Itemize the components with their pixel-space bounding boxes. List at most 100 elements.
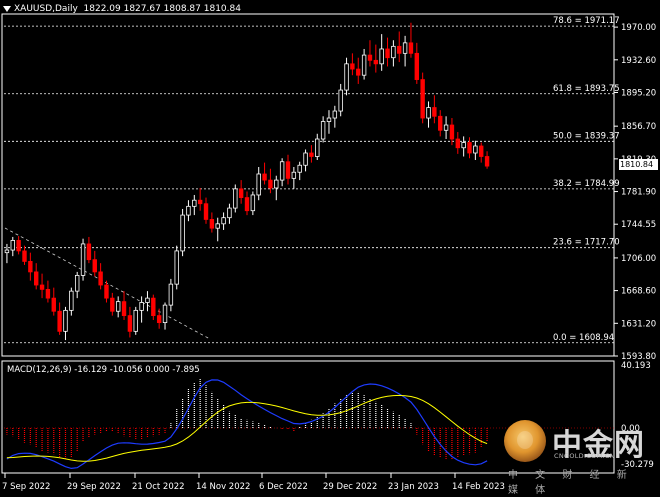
candle-body: [238, 188, 244, 198]
symbol-menu-triangle-icon[interactable]: [3, 5, 11, 12]
candle-body: [326, 117, 332, 122]
fib-level-label: 38.2 = 1784.99: [553, 179, 620, 189]
candle-body: [274, 179, 279, 189]
candle-body: [391, 45, 396, 59]
date-tick-label: 7 Sep 2022: [2, 482, 50, 492]
candle-body: [121, 301, 127, 317]
candle-body: [291, 171, 297, 179]
candle-body: [484, 156, 490, 167]
candle-body: [215, 223, 220, 229]
candle-body: [209, 219, 215, 229]
price-tick-label: 1631.20: [621, 319, 656, 329]
price-tick-label: 1856.70: [621, 122, 656, 132]
macd-tick-label: 40.193: [621, 361, 651, 371]
candlestick-series: [4, 22, 490, 341]
candle-body: [98, 271, 103, 286]
candle-body: [402, 42, 408, 54]
candle-body: [367, 54, 373, 61]
candle-body: [110, 297, 115, 312]
date-tick-label: 29 Sep 2022: [67, 482, 121, 492]
candle-body: [344, 63, 349, 91]
candle-body: [303, 152, 308, 166]
candle-body: [256, 173, 261, 196]
date-tick-label: 29 Dec 2022: [323, 482, 377, 492]
fib-level-label: 78.6 = 1971.17: [553, 16, 620, 26]
candle-body: [455, 138, 460, 149]
candle-body: [16, 240, 21, 252]
candle-body: [250, 194, 256, 212]
candle-body: [373, 59, 379, 65]
price-axis[interactable]: 1970.001932.601895.201856.701819.301781.…: [614, 23, 656, 362]
candle-body: [438, 115, 443, 131]
candle-body: [51, 297, 56, 312]
candle-body: [69, 290, 74, 311]
fib-level-label: 61.8 = 1893.75: [553, 84, 620, 94]
current-price-label: 1810.84: [619, 159, 658, 170]
candle-body: [151, 297, 156, 317]
candle-body: [350, 63, 355, 70]
candle-body: [28, 261, 33, 273]
candle-body: [80, 243, 86, 276]
candle-body: [192, 199, 197, 207]
date-tick-label: 23 Jan 2023: [388, 482, 439, 492]
candle-body: [279, 161, 285, 181]
candle-body: [408, 42, 414, 54]
candle-body: [461, 142, 466, 149]
macd-header: MACD(12,26,9) -16.129 -10.056 0.000 -7.8…: [7, 365, 200, 375]
price-tick-label: 1668.60: [621, 287, 656, 297]
price-tick-label: 1970.00: [621, 23, 656, 33]
candle-body: [479, 145, 484, 157]
candle-body: [356, 68, 361, 76]
date-tick-label: 14 Feb 2023: [452, 482, 505, 492]
price-tick-label: 1744.55: [621, 220, 656, 230]
candle-body: [426, 107, 431, 119]
candle-body: [397, 45, 402, 54]
candle-body: [315, 138, 320, 157]
candle-body: [414, 52, 420, 80]
macd-signal-line: [6, 394, 488, 462]
time-axis[interactable]: 7 Sep 2022 29 Sep 2022 21 Oct 2022 14 Nov 2…: [2, 473, 505, 492]
logo-domain: CNGOLD.COM.CN: [554, 452, 615, 460]
candle-body: [244, 197, 250, 212]
candle-body: [4, 249, 10, 254]
symbol-label: XAUUSD,Daily: [14, 4, 78, 14]
candle-body: [168, 283, 174, 306]
candle-body: [10, 240, 15, 251]
ohlc-values: 1822.09 1827.67 1808.87 1810.84: [83, 4, 241, 14]
candle-body: [57, 310, 62, 332]
candle-body: [133, 309, 138, 332]
candle-body: [332, 110, 338, 119]
price-tick-label: 1781.90: [621, 188, 656, 198]
candle-body: [297, 164, 302, 173]
candle-body: [92, 259, 97, 273]
logo-slogan: 中 文 财 经 新 媒 体: [508, 470, 634, 496]
chart-window[interactable]: 78.6 = 1971.17 61.8 = 1893.75 50.0 = 1839.…: [0, 0, 660, 496]
fib-level-label: 50.0 = 1839.37: [553, 131, 620, 141]
candle-body: [74, 274, 80, 292]
candle-body: [180, 214, 185, 252]
candle-body: [221, 217, 226, 225]
candle-body: [22, 250, 27, 262]
macd-line: [6, 379, 488, 470]
fib-level-label: 23.6 = 1717.70: [553, 238, 620, 248]
candle-body: [104, 284, 109, 299]
fibonacci-retracement[interactable]: 78.6 = 1971.17 61.8 = 1893.75 50.0 = 1839.…: [4, 16, 620, 344]
price-tick-label: 1706.00: [621, 254, 656, 264]
chart-header: XAUUSD,Daily 1822.09 1827.67 1808.87 181…: [3, 4, 241, 14]
candle-body: [63, 309, 68, 332]
candle-body: [186, 205, 191, 216]
candle-body: [127, 315, 133, 332]
candle-body: [467, 142, 472, 154]
candle-body: [361, 54, 367, 76]
date-tick-label: 14 Nov 2022: [196, 482, 250, 492]
candle-body: [115, 301, 121, 312]
candle-body: [45, 288, 51, 299]
candle-body: [449, 124, 455, 140]
date-tick-label: 21 Oct 2022: [132, 482, 185, 492]
candle-body: [145, 297, 150, 303]
candle-body: [139, 302, 144, 311]
fib-level-label: 0.0 = 1608.94: [553, 333, 614, 343]
candle-body: [227, 207, 232, 219]
candle-body: [197, 199, 203, 205]
candle-body: [162, 304, 168, 324]
